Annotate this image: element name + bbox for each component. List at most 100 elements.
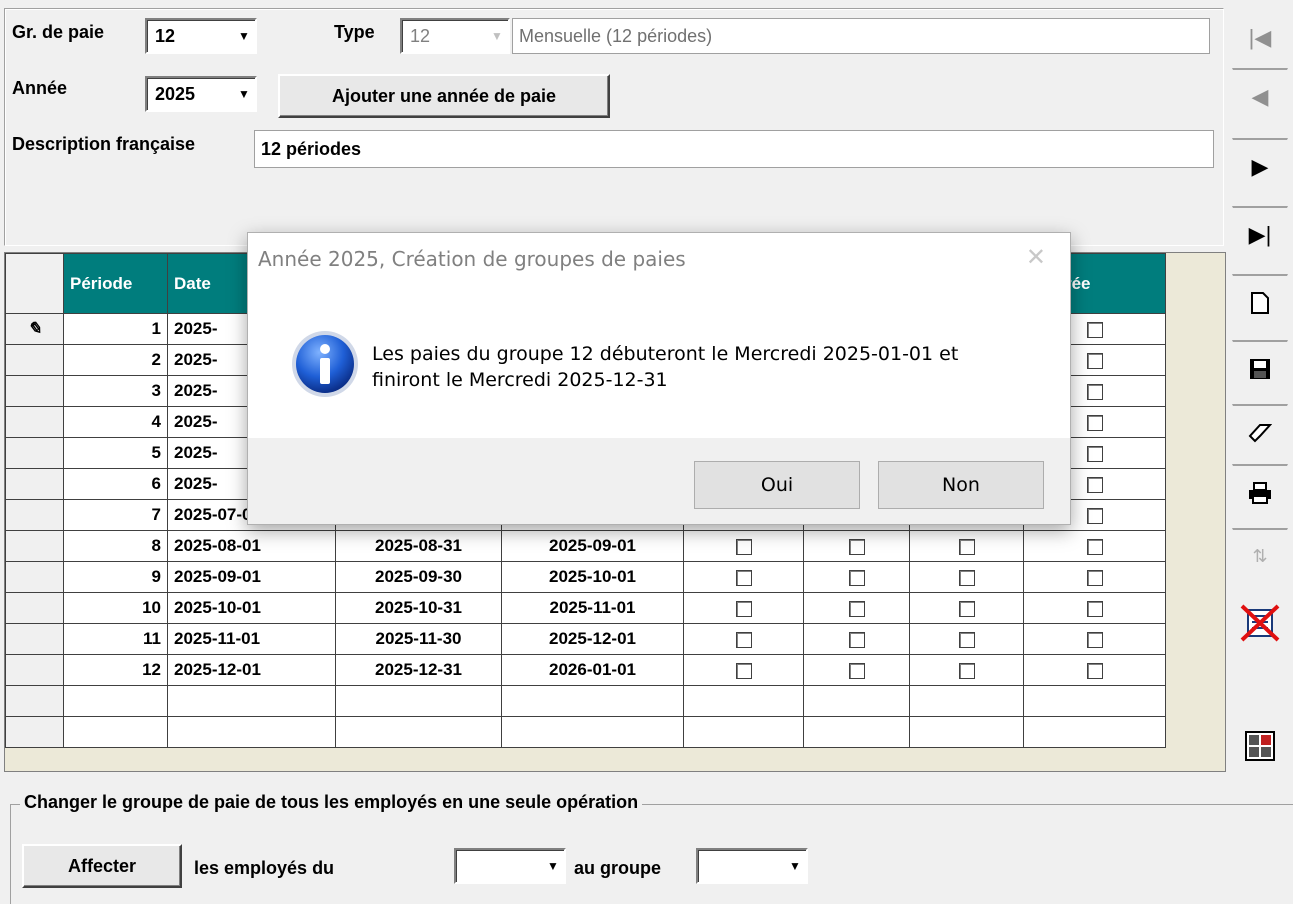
- cell-date-fin[interactable]: 2025-10-31: [335, 592, 502, 624]
- refresh-icon[interactable]: ⇅: [1232, 528, 1288, 584]
- empty-cell[interactable]: [501, 716, 684, 748]
- checkbox[interactable]: [1086, 445, 1103, 462]
- cell-date-fin[interactable]: 2025-12-31: [335, 654, 502, 686]
- checkbox[interactable]: [848, 600, 865, 617]
- gr-paie-combo[interactable]: 12 ▼: [145, 18, 257, 54]
- row-selector[interactable]: [5, 499, 64, 531]
- cell-check-4[interactable]: [1023, 561, 1166, 593]
- cell-check-4[interactable]: [1023, 592, 1166, 624]
- add-year-button[interactable]: Ajouter une année de paie: [278, 74, 610, 118]
- checkbox[interactable]: [735, 662, 752, 679]
- row-selector[interactable]: [5, 437, 64, 469]
- empty-cell[interactable]: [167, 716, 336, 748]
- row-selector[interactable]: [5, 685, 64, 717]
- checkbox[interactable]: [1086, 538, 1103, 555]
- cell-check-4[interactable]: [1023, 654, 1166, 686]
- checkbox[interactable]: [1086, 352, 1103, 369]
- cell-date-paie[interactable]: 2025-09-01: [501, 530, 684, 562]
- checkbox[interactable]: [735, 538, 752, 555]
- row-selector[interactable]: [5, 654, 64, 686]
- empty-cell[interactable]: [683, 685, 804, 717]
- empty-cell[interactable]: [335, 716, 502, 748]
- chevron-down-icon[interactable]: ▼: [542, 850, 564, 882]
- checkbox[interactable]: [735, 600, 752, 617]
- cell-date-paie[interactable]: 2026-01-01: [501, 654, 684, 686]
- cell-check-2[interactable]: [803, 530, 910, 562]
- cell-check-3[interactable]: [909, 592, 1024, 624]
- checkbox[interactable]: [1086, 321, 1103, 338]
- cell-date-fin[interactable]: 2025-09-30: [335, 561, 502, 593]
- checkbox[interactable]: [958, 538, 975, 555]
- calculator-icon[interactable]: [1232, 718, 1288, 774]
- to-group-combo[interactable]: ▼: [696, 848, 808, 884]
- table-row[interactable]: [5, 716, 1166, 748]
- annee-combo[interactable]: 2025 ▼: [145, 76, 257, 112]
- checkbox[interactable]: [1086, 383, 1103, 400]
- cell-check-2[interactable]: [803, 561, 910, 593]
- delete-cross-icon[interactable]: [1232, 594, 1288, 650]
- yes-button[interactable]: Oui: [694, 461, 860, 509]
- empty-cell[interactable]: [63, 716, 168, 748]
- cell-check-2[interactable]: [803, 592, 910, 624]
- cell-check-1[interactable]: [683, 561, 804, 593]
- checkbox[interactable]: [1086, 631, 1103, 648]
- empty-cell[interactable]: [335, 685, 502, 717]
- column-header-periode[interactable]: Période: [63, 253, 168, 314]
- eraser-icon[interactable]: [1232, 404, 1288, 460]
- cell-date-paie[interactable]: 2025-11-01: [501, 592, 684, 624]
- previous-record-icon[interactable]: ◀: [1232, 68, 1288, 124]
- row-selector[interactable]: [5, 406, 64, 438]
- checkbox[interactable]: [735, 569, 752, 586]
- row-selector[interactable]: [5, 344, 64, 376]
- cell-date-fin[interactable]: 2025-08-31: [335, 530, 502, 562]
- cell-check-3[interactable]: [909, 623, 1024, 655]
- cell-check-3[interactable]: [909, 530, 1024, 562]
- chevron-down-icon[interactable]: ▼: [784, 850, 806, 882]
- cell-check-1[interactable]: [683, 654, 804, 686]
- checkbox[interactable]: [1086, 569, 1103, 586]
- checkbox[interactable]: [1086, 507, 1103, 524]
- checkbox[interactable]: [1086, 414, 1103, 431]
- checkbox[interactable]: [1086, 600, 1103, 617]
- cell-date-debut[interactable]: 2025-09-01: [167, 561, 336, 593]
- empty-cell[interactable]: [1023, 716, 1166, 748]
- row-selector[interactable]: [5, 592, 64, 624]
- cell-date-paie[interactable]: 2025-12-01: [501, 623, 684, 655]
- empty-cell[interactable]: [683, 716, 804, 748]
- cell-check-2[interactable]: [803, 654, 910, 686]
- cell-date-debut[interactable]: 2025-08-01: [167, 530, 336, 562]
- cell-check-4[interactable]: [1023, 530, 1166, 562]
- cell-date-paie[interactable]: 2025-10-01: [501, 561, 684, 593]
- cell-check-2[interactable]: [803, 623, 910, 655]
- empty-cell[interactable]: [909, 716, 1024, 748]
- table-row[interactable]: 10 2025-10-01 2025-10-31 2025-11-01: [5, 592, 1166, 624]
- print-icon[interactable]: [1232, 464, 1288, 520]
- new-document-icon[interactable]: [1232, 274, 1288, 330]
- row-selector[interactable]: ✎: [5, 313, 64, 345]
- next-record-icon[interactable]: ▶: [1232, 138, 1288, 194]
- table-row[interactable]: 11 2025-11-01 2025-11-30 2025-12-01: [5, 623, 1166, 655]
- cell-check-4[interactable]: [1023, 623, 1166, 655]
- row-selector[interactable]: [5, 468, 64, 500]
- last-record-icon[interactable]: ▶|: [1232, 206, 1288, 262]
- empty-cell[interactable]: [167, 685, 336, 717]
- checkbox[interactable]: [848, 631, 865, 648]
- cell-check-1[interactable]: [683, 592, 804, 624]
- row-selector[interactable]: [5, 375, 64, 407]
- cell-check-1[interactable]: [683, 530, 804, 562]
- row-selector[interactable]: [5, 561, 64, 593]
- save-icon[interactable]: [1232, 340, 1288, 396]
- cell-check-3[interactable]: [909, 561, 1024, 593]
- checkbox[interactable]: [958, 662, 975, 679]
- checkbox[interactable]: [958, 569, 975, 586]
- empty-cell[interactable]: [63, 685, 168, 717]
- empty-cell[interactable]: [501, 685, 684, 717]
- no-button[interactable]: Non: [878, 461, 1044, 509]
- table-row[interactable]: 9 2025-09-01 2025-09-30 2025-10-01: [5, 561, 1166, 593]
- checkbox[interactable]: [848, 662, 865, 679]
- checkbox[interactable]: [735, 631, 752, 648]
- row-selector[interactable]: [5, 530, 64, 562]
- chevron-down-icon[interactable]: ▼: [233, 20, 255, 52]
- table-row[interactable]: 12 2025-12-01 2025-12-31 2026-01-01: [5, 654, 1166, 686]
- row-selector[interactable]: [5, 623, 64, 655]
